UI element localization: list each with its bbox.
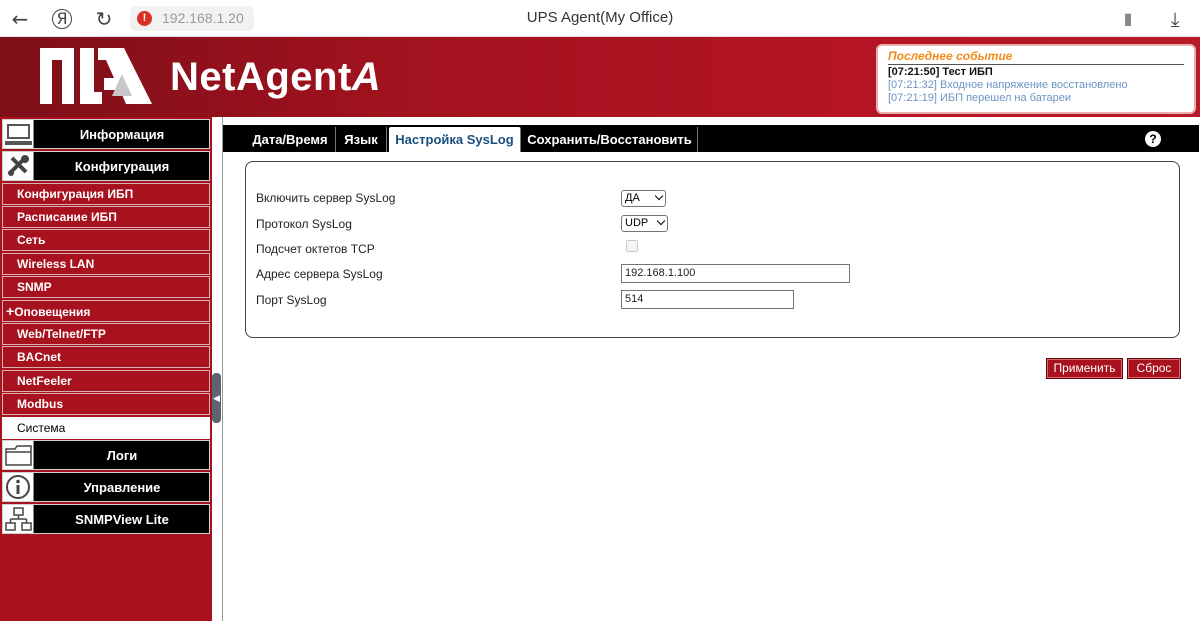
event-line[interactable]: [07:21:19] ИБП перешел на батареи — [888, 92, 1184, 105]
sidebar-subitem-netfeeler[interactable]: NetFeeler — [2, 370, 210, 392]
tab-syslog[interactable]: Настройка SysLog — [389, 127, 521, 152]
sidebar-item-label: SNMPView Lite — [75, 512, 169, 527]
sidebar-collapse-handle[interactable]: ◀ — [212, 373, 221, 423]
tools-icon — [3, 152, 34, 180]
sidebar-item-label: Управление — [83, 480, 161, 495]
event-line[interactable]: [07:21:32] Входное напряжение восстановл… — [888, 79, 1184, 92]
folder-icon — [3, 441, 34, 469]
sidebar-subitem-label: Оповещения — [14, 305, 91, 319]
sidebar-item-configuration[interactable]: Конфигурация — [2, 151, 210, 181]
event-line: [07:21:50] Тест ИБП — [888, 66, 993, 78]
syslog-settings-form: Включить сервер SysLog ДА Протокол SysLo… — [245, 161, 1180, 338]
syslog-server-input[interactable]: 192.168.1.100 — [621, 264, 850, 283]
main-content: Дата/Время Язык Настройка SysLog Сохрани… — [222, 117, 1200, 621]
last-event-panel: Последнее событие [07:21:50] Тест ИБП [0… — [876, 44, 1196, 114]
enable-syslog-value: ДА — [625, 192, 640, 204]
monitor-icon — [3, 120, 34, 148]
help-icon[interactable]: ? — [1145, 131, 1161, 147]
sidebar-item-management[interactable]: Управление — [2, 472, 210, 502]
brand-logo-text: NetAgentA — [170, 55, 382, 99]
syslog-protocol-value: UDP — [625, 217, 649, 229]
reset-button[interactable]: Сброс — [1127, 358, 1181, 379]
sidebar-item-information[interactable]: Информация — [2, 119, 210, 149]
syslog-port-label: Порт SysLog — [256, 293, 327, 307]
sidebar-item-logs[interactable]: Логи — [2, 440, 210, 470]
info-icon — [3, 473, 34, 501]
syslog-protocol-select[interactable]: UDP — [621, 215, 668, 232]
sidebar-subitem-network[interactable]: Сеть — [2, 229, 210, 251]
browser-toolbar: ← Я ↻ ! 192.168.1.20 UPS Agent(My Office… — [0, 0, 1200, 37]
sidebar-item-label: Логи — [106, 448, 138, 463]
sidebar-subitem-ups-schedule[interactable]: Расписание ИБП — [2, 206, 210, 228]
enable-syslog-label: Включить сервер SysLog — [256, 191, 396, 205]
plus-icon: + — [6, 303, 15, 319]
sidebar-subitem-wireless-lan[interactable]: Wireless LAN — [2, 253, 210, 275]
sidebar-subitem-snmp[interactable]: SNMP — [2, 276, 210, 298]
syslog-server-label: Адрес сервера SysLog — [256, 267, 383, 281]
apply-button[interactable]: Применить — [1046, 358, 1123, 379]
sidebar-subitem-system[interactable]: Система — [2, 417, 210, 439]
tab-datetime[interactable]: Дата/Время — [245, 127, 336, 152]
sidebar-subitem-ups-config[interactable]: Конфигурация ИБП — [2, 183, 210, 205]
enable-syslog-select[interactable]: ДА — [621, 190, 666, 207]
sidebar-subitem-web-telnet-ftp[interactable]: Web/Telnet/FTP — [2, 323, 210, 345]
sidebar-subitem-bacnet[interactable]: BACnet — [2, 346, 210, 368]
page-title: UPS Agent(My Office) — [526, 9, 674, 26]
sidebar: Информация Конфигурация Конфигурация ИБП… — [0, 117, 212, 621]
tab-bar: Дата/Время Язык Настройка SysLog Сохрани… — [223, 125, 1199, 152]
syslog-port-input[interactable]: 514 — [621, 290, 794, 309]
sidebar-item-label: Конфигурация — [74, 159, 170, 174]
tcp-octet-label: Подсчет октетов TCP — [256, 242, 375, 256]
tcp-octet-checkbox[interactable] — [626, 240, 638, 252]
netagent-logo-icon — [40, 48, 152, 104]
sidebar-item-snmpview-lite[interactable]: SNMPView Lite — [2, 504, 210, 534]
app-header: NetAgentA Последнее событие [07:21:50] Т… — [0, 37, 1200, 117]
network-icon — [3, 505, 34, 533]
tab-language[interactable]: Язык — [336, 127, 387, 152]
chevron-down-icon — [654, 191, 664, 201]
tab-save-restore[interactable]: Сохранить/Восстановить — [522, 127, 698, 152]
syslog-protocol-label: Протокол SysLog — [256, 217, 352, 231]
sidebar-subitem-notifications[interactable]: +Оповещения — [2, 300, 210, 322]
sidebar-item-label: Информация — [79, 127, 165, 142]
download-icon[interactable]: ⤓ — [1163, 7, 1187, 31]
sidebar-subitem-modbus[interactable]: Modbus — [2, 393, 210, 415]
bookmark-icon[interactable]: ▮ — [1116, 7, 1140, 31]
chevron-down-icon — [656, 216, 666, 226]
last-event-title: Последнее событие — [888, 49, 1184, 65]
